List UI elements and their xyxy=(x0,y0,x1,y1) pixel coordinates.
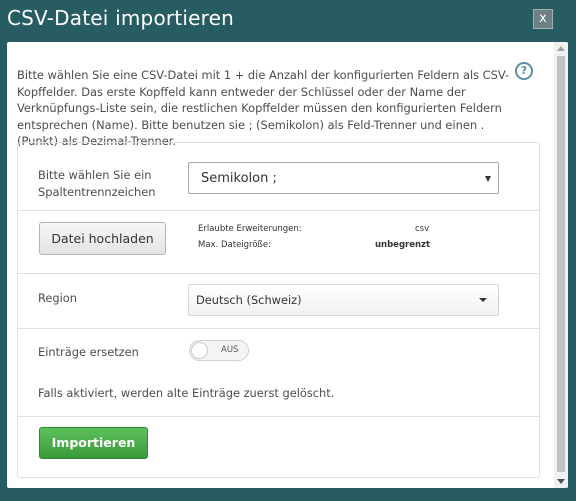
max-size-value: unbegrenzt xyxy=(375,240,431,250)
separator-select[interactable]: Semikolon ; xyxy=(188,162,499,194)
dialog-content: ? Bitte wählen Sie eine CSV-Datei mit 1 … xyxy=(7,42,568,488)
region-select-value: Deutsch (Schweiz) xyxy=(196,293,302,307)
help-icon[interactable]: ? xyxy=(515,62,533,80)
import-form-panel: Bitte wählen Sie ein Spaltentrennzeichen… xyxy=(17,142,540,478)
dialog-title: CSV-Datei importieren xyxy=(7,6,234,30)
row-divider xyxy=(18,273,539,274)
toggle-state-label: AUS xyxy=(221,345,239,355)
replace-entries-toggle[interactable]: AUS xyxy=(189,340,249,361)
row-divider xyxy=(18,328,539,329)
replace-entries-label: Einträge ersetzen xyxy=(38,345,139,359)
row-divider xyxy=(18,416,539,417)
toggle-knob xyxy=(191,342,208,359)
scroll-down-icon[interactable] xyxy=(557,479,565,484)
import-dialog: CSV-Datei importieren x ? Bitte wählen S… xyxy=(0,0,576,501)
allowed-extensions-value: csv xyxy=(415,224,430,234)
scroll-up-icon[interactable] xyxy=(557,46,565,51)
separator-label: Bitte wählen Sie ein Spaltentrennzeichen xyxy=(38,168,156,199)
import-button[interactable]: Importieren xyxy=(39,427,148,459)
max-size-label: Max. Dateigröße: xyxy=(198,240,272,250)
vertical-scrollbar[interactable] xyxy=(554,42,568,488)
separator-select-value: Semikolon ; xyxy=(201,171,277,186)
region-select[interactable]: Deutsch (Schweiz) xyxy=(188,284,499,316)
region-label: Region xyxy=(38,291,77,305)
intro-text: Bitte wählen Sie eine CSV-Datei mit 1 + … xyxy=(17,68,510,148)
allowed-extensions-label: Erlaubte Erweiterungen: xyxy=(198,224,302,234)
row-divider xyxy=(18,210,539,211)
chevron-down-icon xyxy=(479,298,487,302)
close-button[interactable]: x xyxy=(533,9,553,29)
chevron-down-icon xyxy=(485,176,491,182)
scrollbar-thumb[interactable] xyxy=(557,56,565,472)
replace-hint-text: Falls aktiviert, werden alte Einträge zu… xyxy=(38,386,335,400)
upload-file-button[interactable]: Datei hochladen xyxy=(39,222,166,255)
